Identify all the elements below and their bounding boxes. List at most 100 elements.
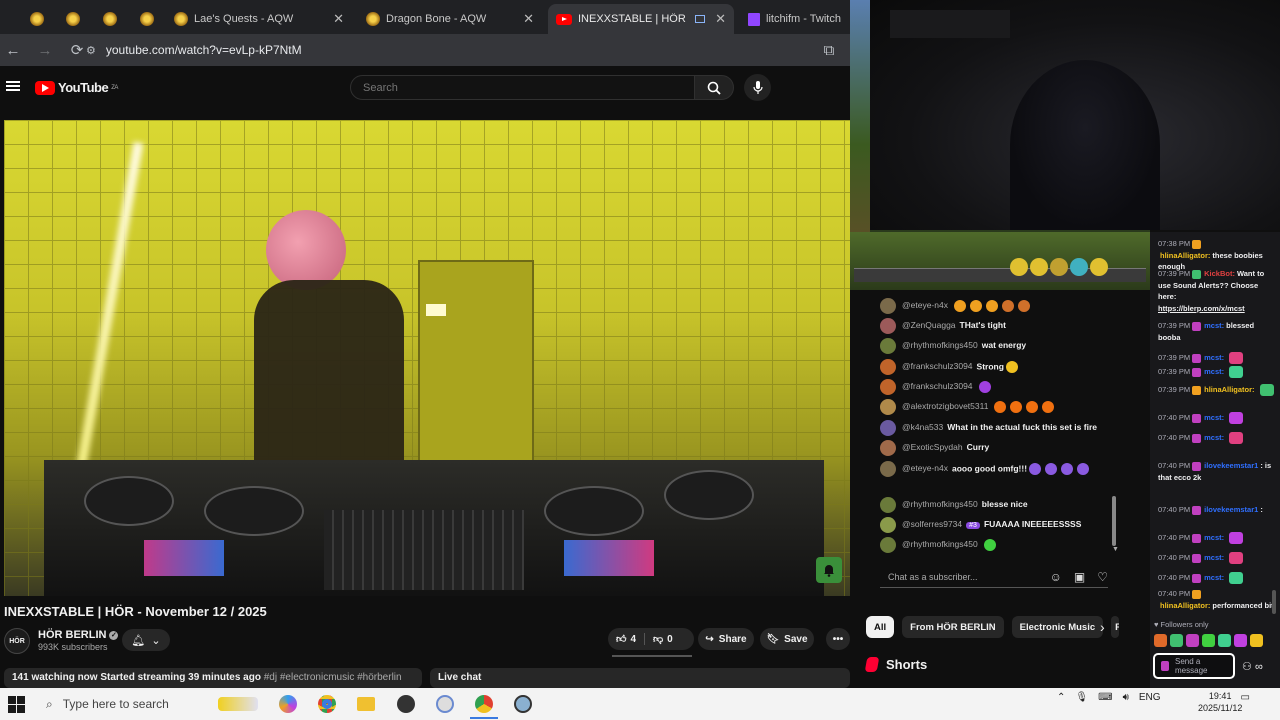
tab-aqw-pinned-3[interactable] [95,4,129,34]
description-hashtags[interactable]: #dj #electronicmusic #hörberlin [264,672,402,683]
open-in-window-icon[interactable]: ⧉ [816,37,842,63]
heart-icon[interactable]: ♡ [1097,570,1108,584]
chat-author[interactable]: @ZenQuagga [902,320,956,330]
live-chat-header[interactable]: Live chat [430,668,850,688]
chat-author[interactable]: @frankschulz3094 [902,381,973,391]
chat-avatar[interactable] [880,399,896,415]
url-text[interactable]: youtube.com/watch?v=evLp-kP7NtM [106,43,302,57]
bits-icon[interactable]: ⚇ [1242,661,1252,673]
chat-avatar[interactable] [880,517,896,533]
chat-avatar[interactable] [880,461,896,477]
description-box[interactable]: 141 watching now Started streaming 39 mi… [4,668,422,688]
twitch-username[interactable]: ilovekeemstar1 [1204,505,1258,514]
tab-close-icon[interactable]: ✕ [523,11,534,27]
emote-icon[interactable] [1202,634,1215,647]
tab-aqw-pinned-1[interactable] [22,4,56,34]
tab-litchifm-twitch[interactable]: litchifm - Twitch [740,4,850,34]
chat-avatar[interactable] [880,298,896,314]
chat-input-placeholder[interactable]: Chat as a subscriber... [888,572,978,582]
chat-author[interactable]: @eteye-n4x [902,463,948,473]
scroll-down-icon[interactable]: ▼ [1112,546,1119,553]
app-icon[interactable] [514,695,532,713]
twitch-username[interactable]: mcst: [1204,353,1224,362]
twitch-username[interactable]: mcst: [1204,413,1224,422]
tab-aqw-pinned-4[interactable] [132,4,166,34]
chat-author[interactable]: @frankschulz3094 [902,361,973,371]
search-highlight-icon[interactable] [218,697,258,711]
chat-author[interactable]: @alextrotzigbovet5311 [902,401,988,411]
emote-icon[interactable] [1154,634,1167,647]
chevron-up-icon[interactable]: ⌃ [1057,692,1065,703]
chip-all[interactable]: All [866,616,895,638]
channel-avatar[interactable]: HÖR [4,628,30,654]
chat-avatar[interactable] [880,338,896,354]
twitch-chat-input[interactable]: Send a message [1153,653,1235,679]
youtube-logo[interactable]: YouTube ZA [35,80,118,95]
network-icon[interactable]: ⌨ [1098,692,1112,703]
chevron-right-icon[interactable]: › [1100,619,1105,635]
dislike-button[interactable]: 👎︎ 0 [644,633,681,645]
twitch-message-link[interactable]: https://blerp.com/x/mcst [1158,303,1276,315]
emote-icon[interactable] [1250,634,1263,647]
search-button[interactable] [694,75,734,100]
app-icon[interactable] [436,695,454,713]
like-button[interactable]: 👍︎ 4 [608,633,644,646]
chat-author[interactable]: @eteye-n4x [902,300,948,310]
chip-from-channel[interactable]: From HÖR BERLIN [902,616,1004,638]
twitch-username[interactable]: mcst: [1204,533,1224,542]
chat-scrollbar[interactable] [1112,496,1116,546]
chat-avatar[interactable] [880,440,896,456]
back-arrow-icon[interactable]: ← [0,37,26,63]
chip-truncated[interactable]: F [1111,616,1120,638]
emoji-icon[interactable]: ☺ [1050,570,1062,584]
chat-author[interactable]: @k4na533 [902,422,943,432]
chrome-active-icon[interactable] [475,695,493,713]
tab-laes-quests[interactable]: Lae's Quests - AQW ✕ [166,4,352,34]
twitch-username[interactable]: hlinaAlligator: [1160,601,1210,610]
microphone-icon[interactable]: 🎙︎ [1075,692,1088,703]
omnibox[interactable]: ⚙ youtube.com/watch?v=evLp-kP7NtM [86,38,806,62]
twitch-username[interactable]: mcst: [1204,367,1224,376]
twitch-username[interactable]: hlinaAlligator: [1160,251,1210,260]
chat-author[interactable]: @rhythmofkings450 [902,340,978,350]
tab-close-icon[interactable]: ✕ [333,11,344,27]
subscription-bell-button[interactable]: 🔔︎ ⌄ [122,629,170,651]
search-input[interactable] [350,75,695,100]
chat-avatar[interactable] [880,497,896,513]
chat-author[interactable]: @rhythmofkings450 [902,499,978,509]
language-indicator[interactable]: ENG [1139,692,1161,703]
save-button[interactable]: 🔖︎ Save [760,628,814,650]
chat-avatar[interactable] [880,379,896,395]
file-explorer-icon[interactable] [357,697,375,711]
copilot-icon[interactable] [279,695,297,713]
tab-aqw-pinned-2[interactable] [58,4,92,34]
chat-author[interactable]: @solferres9734 [902,519,962,529]
voice-search-button[interactable] [744,74,771,101]
volume-icon[interactable]: 🔊︎ [1123,692,1129,703]
twitch-username[interactable]: mcst: [1204,573,1224,582]
super-chat-icon[interactable]: ▣ [1074,570,1085,584]
live-notification-icon[interactable] [816,557,842,583]
infinity-icon[interactable]: ∞ [1255,661,1263,673]
emote-icon[interactable] [1186,634,1199,647]
chat-avatar[interactable] [880,420,896,436]
emote-icon[interactable] [1170,634,1183,647]
twitch-scrollbar[interactable] [1272,590,1276,614]
channel-name[interactable]: HÖR BERLIN ✓ [38,629,119,641]
channel-name-text[interactable]: HÖR BERLIN [38,629,106,641]
more-actions-button[interactable]: ••• [826,628,850,650]
twitch-username[interactable]: ilovekeemstar1 [1204,461,1258,470]
twitch-username[interactable]: mcst: [1204,433,1224,442]
chat-avatar[interactable] [880,318,896,334]
twitch-username[interactable]: mcst: [1204,321,1224,330]
site-info-icon[interactable]: ⚙ [86,44,96,57]
chat-avatar[interactable] [880,537,896,553]
taskbar-search-placeholder[interactable]: Type here to search [63,697,169,711]
share-button[interactable]: ↪ Share [698,628,754,650]
twitch-username[interactable]: hlinaAlligator: [1204,385,1254,394]
emote-icon[interactable] [1234,634,1247,647]
twitch-input-placeholder[interactable]: Send a message [1175,657,1215,675]
video-player[interactable] [4,120,850,596]
chat-author[interactable]: @rhythmofkings450 [902,539,978,549]
chat-avatar[interactable] [880,359,896,375]
